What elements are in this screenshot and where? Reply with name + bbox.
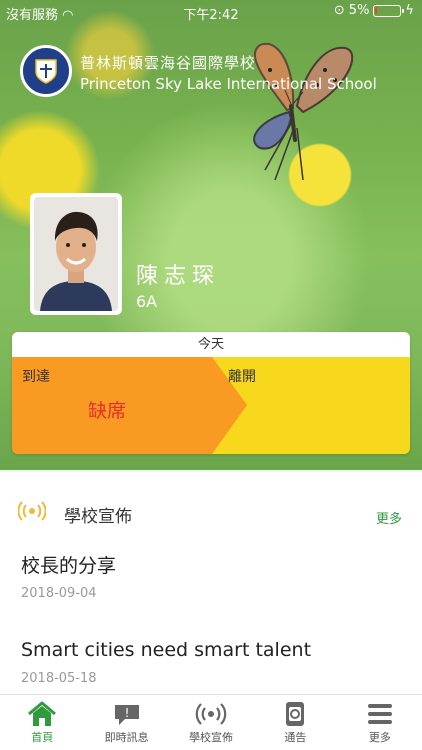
student-class: 6A: [136, 292, 158, 311]
school-name-zh: 普林斯頓雲海谷國際學校: [80, 54, 257, 72]
leave-label: 離開: [228, 369, 256, 385]
charging-icon: ϟ: [405, 3, 414, 18]
tab-home[interactable]: 首頁: [0, 695, 84, 750]
orientation-lock-icon: ⊙: [333, 3, 345, 18]
tab-more[interactable]: 更多: [338, 695, 422, 750]
message-icon: !: [114, 705, 139, 725]
menu-icon: [367, 704, 392, 724]
tab-label: 學校宣佈: [189, 731, 234, 744]
attendance-date: 今天: [12, 332, 410, 357]
news-date: 2018-09-04: [21, 586, 97, 601]
student-photo: [34, 197, 118, 311]
tab-announcements[interactable]: 學校宣佈: [169, 695, 253, 750]
battery-icon: [373, 4, 405, 17]
announcements-header: 學校宣佈 更多: [0, 472, 422, 532]
news-date: 2018-05-18: [21, 671, 97, 686]
school-logo: [20, 45, 72, 97]
announcements-section: 學校宣佈 更多 校長的分享 2018-09-04 Smart cities ne…: [0, 472, 422, 694]
student-photo-frame[interactable]: [30, 193, 122, 315]
avatar: [34, 197, 118, 311]
school-name-en: Princeton Sky Lake International School: [80, 75, 377, 93]
tab-notices[interactable]: 通告: [253, 695, 337, 750]
announcements-title: 學校宣佈: [64, 507, 132, 527]
tab-label: 即時訊息: [104, 731, 149, 744]
news-title: 校長的分享: [21, 555, 117, 577]
tab-bar: 首頁 ! 即時訊息 學校宣佈 通告 更多: [0, 694, 422, 750]
student-name: 陳志琛: [136, 264, 221, 289]
broadcast-icon: [18, 501, 46, 521]
news-title: Smart cities need smart talent: [21, 639, 312, 661]
arrive-label: 到達: [22, 369, 50, 385]
arrive-status: 缺席: [88, 400, 127, 422]
tab-label: 更多: [368, 731, 391, 744]
status-bar: 沒有服務 ◠ 下午2:42 ⊙ 5% ϟ: [0, 0, 422, 24]
home-icon: [28, 701, 57, 726]
tab-messages[interactable]: ! 即時訊息: [84, 695, 168, 750]
attendance-card[interactable]: 今天 到達 缺席 離開: [12, 332, 410, 454]
svg-text:!: !: [124, 706, 129, 720]
broadcast-icon: [195, 703, 227, 725]
tab-label: 通告: [284, 731, 307, 744]
battery-percent: 5%: [348, 3, 370, 18]
school-crest-icon: [35, 59, 57, 84]
more-link[interactable]: 更多: [376, 508, 402, 527]
battery-status: ⊙ 5% ϟ: [334, 3, 414, 18]
notice-icon: [286, 702, 305, 726]
tab-label: 首頁: [31, 731, 54, 744]
school-name: 普林斯頓雲海谷國際學校 Princeton Sky Lake Internati…: [80, 52, 377, 93]
